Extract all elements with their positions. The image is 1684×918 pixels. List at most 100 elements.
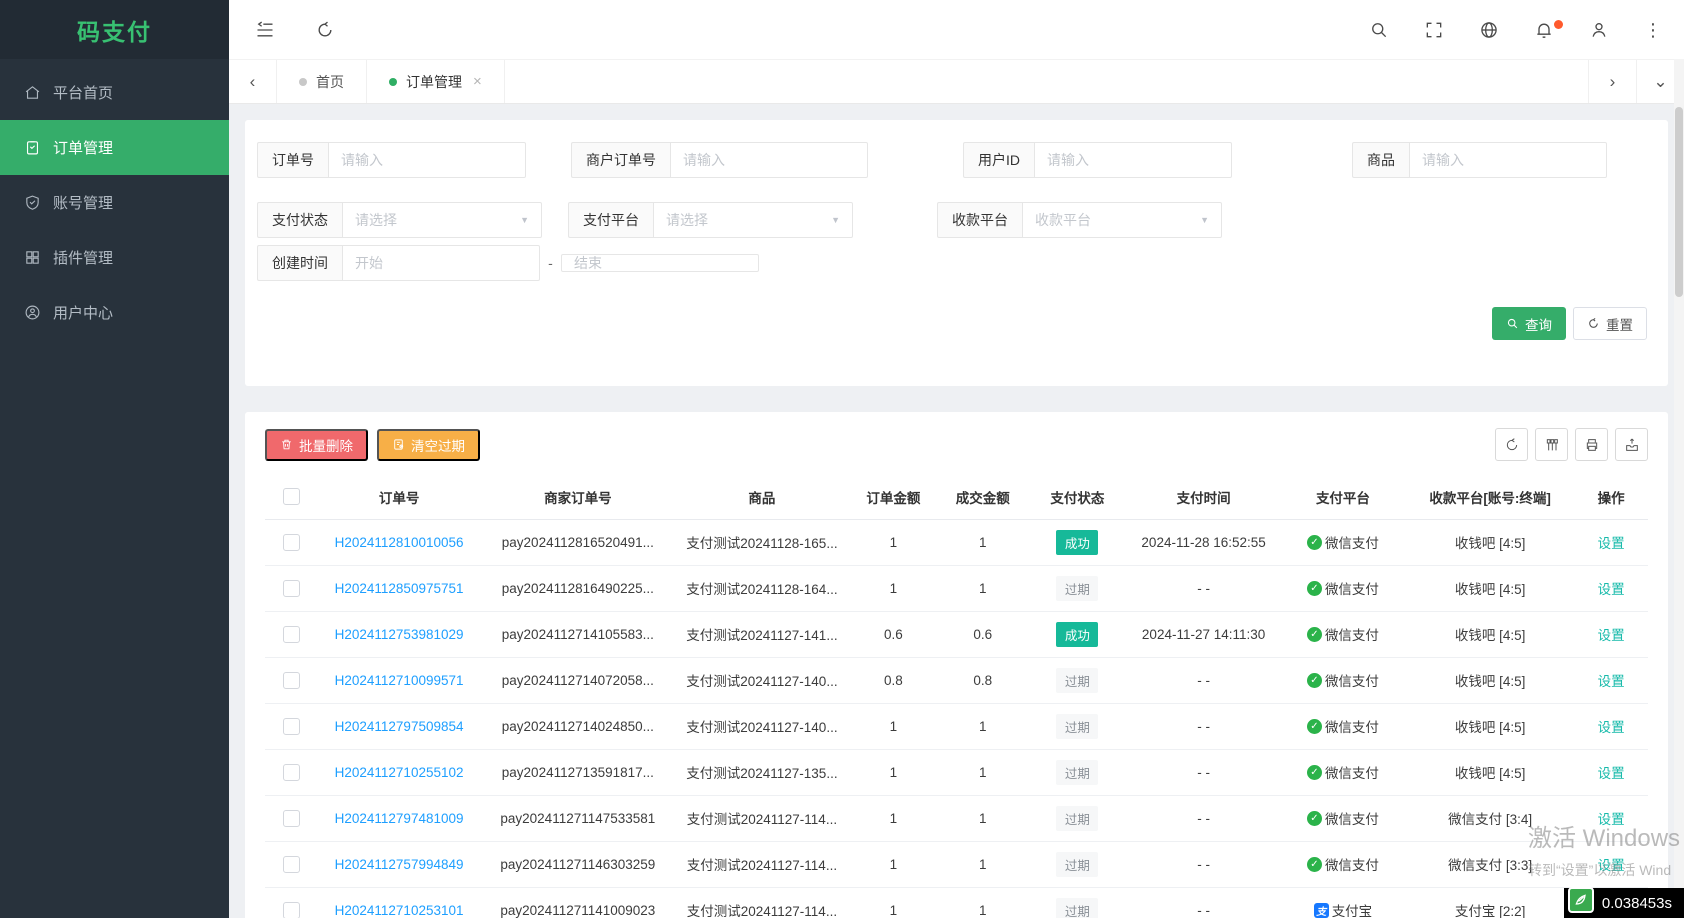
tabs-scroll-right-button[interactable]: › xyxy=(1588,60,1636,103)
column-filter-button[interactable] xyxy=(1535,428,1568,461)
order-no-input[interactable] xyxy=(328,142,526,178)
row-checkbox[interactable] xyxy=(282,579,300,597)
row-checkbox[interactable] xyxy=(282,717,300,735)
settings-link[interactable]: 设置 xyxy=(1598,674,1625,689)
pay-time: 2024-11-28 16:52:55 xyxy=(1127,519,1280,566)
language-globe-icon[interactable] xyxy=(1479,20,1499,40)
vertical-scrollbar[interactable] xyxy=(1674,59,1684,918)
order-number-link[interactable]: H2024112797481009 xyxy=(335,811,464,826)
print-button[interactable] xyxy=(1575,428,1608,461)
column-header: 支付时间 xyxy=(1127,475,1280,520)
search-icon[interactable] xyxy=(1369,20,1389,40)
settings-link[interactable]: 设置 xyxy=(1598,766,1625,781)
settings-link[interactable]: 设置 xyxy=(1598,720,1625,735)
merchant-order-no-input[interactable] xyxy=(670,142,868,178)
profile-icon[interactable] xyxy=(1589,20,1609,40)
pay-status-badge: 过期 xyxy=(1056,759,1099,785)
paid-amount: 1 xyxy=(938,703,1028,750)
order-number-link[interactable]: H2024112757994849 xyxy=(335,857,464,872)
sidebar-item-plugins[interactable]: 插件管理 xyxy=(0,230,229,285)
row-checkbox[interactable] xyxy=(282,809,300,827)
tab-order-management[interactable]: 订单管理 × xyxy=(367,60,505,103)
pay-status-badge: 过期 xyxy=(1056,667,1099,693)
trash-icon xyxy=(282,439,291,450)
row-checkbox[interactable] xyxy=(282,901,300,918)
alipay-pay-icon: 支 xyxy=(1313,902,1329,918)
row-checkbox[interactable] xyxy=(282,625,300,643)
reset-button[interactable]: 重置 xyxy=(1573,307,1647,340)
content-area: 订单号 商户订单号 用户ID 商品 xyxy=(229,104,1684,918)
paid-amount: 1 xyxy=(938,841,1028,888)
wechat-pay-icon: ✓ xyxy=(1306,580,1322,596)
filter-receive-platform: 收款平台 收款平台 ▼ xyxy=(937,202,1222,238)
search-icon xyxy=(1507,318,1518,329)
order-amount: 1 xyxy=(848,749,939,796)
order-number-link[interactable]: H2024112753981029 xyxy=(335,627,464,642)
app-window: 码支付 平台首页 订单管理 账号管理 插件管理 用户中心 ⋮ ‹ 首页 订单管理… xyxy=(0,0,1684,918)
sidebar-item-label: 插件管理 xyxy=(53,250,114,267)
tabs-scroll-left-button[interactable]: ‹ xyxy=(229,60,277,103)
scrollbar-thumb[interactable] xyxy=(1675,107,1683,297)
filter-label: 商品 xyxy=(1352,142,1409,178)
pay-platform-select[interactable]: 请选择 ▼ xyxy=(653,202,853,238)
query-button[interactable]: 查询 xyxy=(1492,307,1566,340)
pay-platform: ✓ 微信支付 xyxy=(1306,532,1379,552)
order-table-header-row: 订单号 商家订单号 商品 订单金额 成交金额 支付状态 支付时间 支付平台 收款平台[账号:终端… xyxy=(265,475,1648,520)
row-checkbox[interactable] xyxy=(282,533,300,551)
notifications-bell-icon[interactable] xyxy=(1534,19,1563,40)
sidebar-item-user-center[interactable]: 用户中心 xyxy=(0,285,229,340)
pay-platform: ✓ 微信支付 xyxy=(1306,762,1379,782)
batch-delete-button[interactable]: 批量删除 xyxy=(265,428,368,461)
clear-expired-button[interactable]: 清空过期 xyxy=(377,428,480,461)
sidebar-menu: 平台首页 订单管理 账号管理 插件管理 用户中心 xyxy=(0,59,229,340)
order-number-link[interactable]: H2024112810010056 xyxy=(335,535,464,550)
settings-link[interactable]: 设置 xyxy=(1598,858,1625,873)
user-id-input[interactable] xyxy=(1034,142,1232,178)
more-menu-icon[interactable]: ⋮ xyxy=(1644,20,1662,40)
fullscreen-icon[interactable] xyxy=(1424,20,1444,40)
create-time-start-input[interactable] xyxy=(342,245,540,281)
render-time-value: 0.038453s xyxy=(1601,894,1672,912)
framework-logo-icon xyxy=(1567,887,1594,913)
sidebar-item-accounts[interactable]: 账号管理 xyxy=(0,175,229,230)
sidebar: 码支付 平台首页 订单管理 账号管理 插件管理 用户中心 xyxy=(0,0,229,918)
refresh-page-icon[interactable] xyxy=(315,20,335,40)
row-checkbox[interactable] xyxy=(282,763,300,781)
order-number-link[interactable]: H2024112710099571 xyxy=(335,673,464,688)
filter-label: 支付状态 xyxy=(257,202,342,238)
row-checkbox[interactable] xyxy=(282,671,300,689)
sidebar-item-orders[interactable]: 订单管理 xyxy=(0,120,229,175)
settings-link[interactable]: 设置 xyxy=(1598,628,1625,643)
tab-home[interactable]: 首页 xyxy=(277,60,367,103)
select-all-checkbox[interactable] xyxy=(282,488,300,506)
receive-platform-cell: 收钱吧 [4:5] xyxy=(1406,565,1575,612)
product-name: 支付测试20241128-164... xyxy=(675,565,849,612)
order-number-link[interactable]: H2024112710255102 xyxy=(335,765,464,780)
settings-link[interactable]: 设置 xyxy=(1598,536,1625,551)
pay-status-badge: 成功 xyxy=(1056,621,1099,647)
sidebar-item-label: 账号管理 xyxy=(53,195,114,212)
order-number-link[interactable]: H2024112797509854 xyxy=(335,719,464,734)
product-input[interactable] xyxy=(1409,142,1607,178)
wechat-pay-icon: ✓ xyxy=(1306,718,1322,734)
tab-label: 首页 xyxy=(316,73,344,90)
settings-link[interactable]: 设置 xyxy=(1598,812,1625,827)
tab-close-icon[interactable]: × xyxy=(473,73,482,90)
pay-status-badge: 成功 xyxy=(1056,529,1099,555)
column-header: 收款平台[账号:终端] xyxy=(1406,475,1575,520)
table-refresh-button[interactable] xyxy=(1495,428,1528,461)
collapse-sidebar-icon[interactable] xyxy=(255,20,275,40)
pay-status-select[interactable]: 请选择 ▼ xyxy=(342,202,542,238)
row-checkbox[interactable] xyxy=(282,855,300,873)
receive-platform-cell: 收钱吧 [4:5] xyxy=(1406,657,1575,704)
receive-platform-select[interactable]: 收款平台 ▼ xyxy=(1022,202,1222,238)
order-number-link[interactable]: H2024112710253101 xyxy=(335,903,464,918)
settings-link[interactable]: 设置 xyxy=(1598,582,1625,597)
order-number-link[interactable]: H2024112850975751 xyxy=(335,581,464,596)
create-time-end-input[interactable] xyxy=(561,254,759,272)
sidebar-item-home[interactable]: 平台首页 xyxy=(0,65,229,120)
pay-platform: 支支付宝 xyxy=(1313,900,1372,918)
paid-amount: 0.8 xyxy=(938,657,1028,704)
product-name: 支付测试20241127-140... xyxy=(675,657,849,704)
export-button[interactable] xyxy=(1615,428,1648,461)
